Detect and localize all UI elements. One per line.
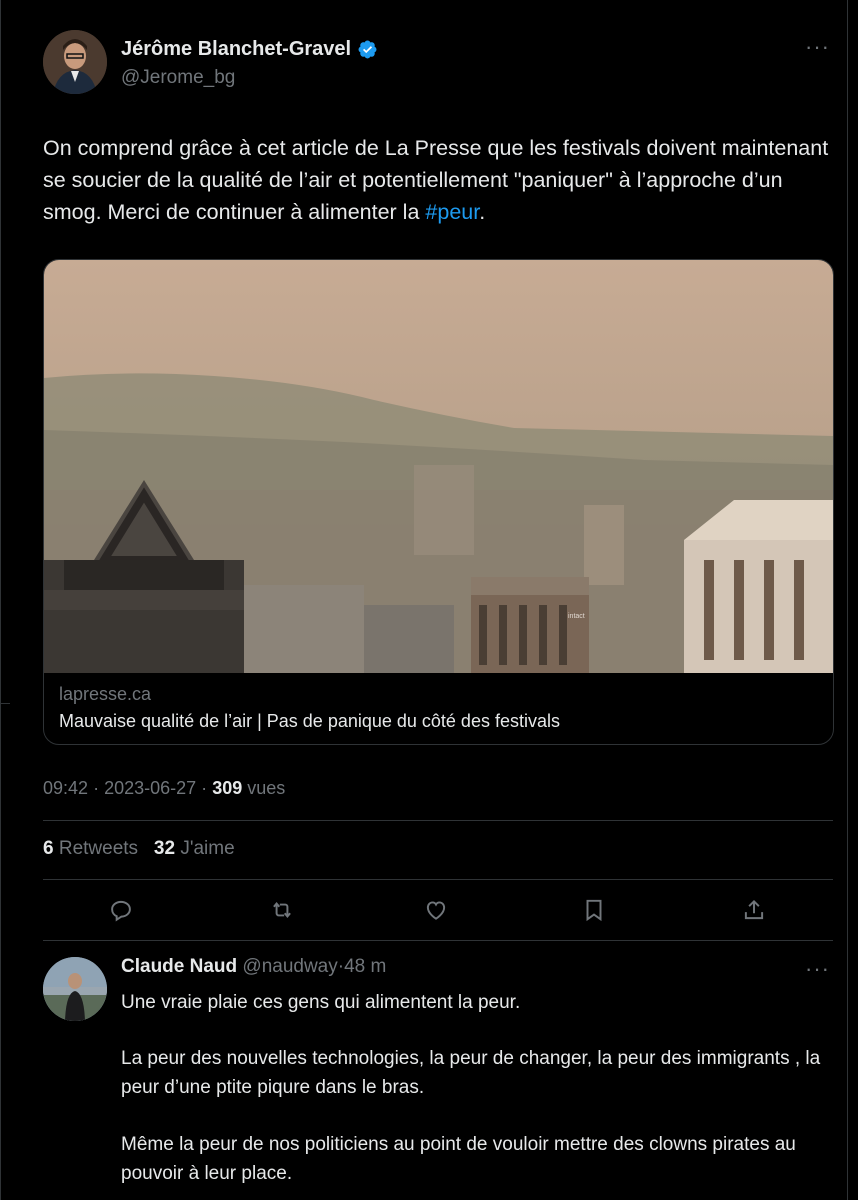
link-card[interactable]: intact lapresse.ca Mauvaise qualité de l… (43, 259, 834, 745)
hashtag-link[interactable]: #peur (425, 200, 479, 224)
tweet-stats: 6 Retweets 32 J'aime (43, 838, 235, 860)
bookmark-button[interactable] (576, 892, 612, 928)
meta-separator: · (93, 778, 100, 798)
author-block: Jérôme Blanchet-Gravel @Jerome_bg (121, 38, 378, 89)
tweet-meta: 09:42 · 2023-06-27 · 309 vues (43, 778, 285, 799)
divider (43, 879, 833, 880)
reply-paragraph: Une vraie plaie ces gens qui alimentent … (121, 992, 521, 1013)
reply-icon (111, 900, 131, 922)
retweets-count: 6 (43, 838, 54, 859)
meta-separator: · (201, 778, 208, 798)
like-button[interactable] (418, 892, 454, 928)
views-count: 309 (212, 778, 243, 798)
author-avatar[interactable] (43, 30, 107, 94)
likes-count: 32 (153, 838, 176, 859)
card-image: intact (44, 260, 833, 673)
tweet-time[interactable]: 09:42 (43, 778, 88, 798)
share-button[interactable] (736, 892, 772, 928)
tweet-text: On comprend grâce à cet article de La Pr… (43, 132, 833, 228)
reply-author-handle[interactable]: @naudway (242, 956, 337, 977)
divider (43, 820, 833, 821)
divider (43, 940, 833, 941)
retweets-label: Retweets (58, 838, 139, 859)
card-domain: lapresse.ca (59, 684, 152, 704)
author-handle[interactable]: @Jerome_bg (121, 67, 378, 89)
reply-time[interactable]: 48 m (344, 956, 386, 977)
action-bar (43, 892, 833, 928)
views-label: vues (247, 778, 286, 798)
card-title[interactable]: Mauvaise qualité de l’air | Pas de paniq… (59, 711, 560, 732)
retweets-stat[interactable]: 6 Retweets (43, 838, 138, 859)
reply-paragraph: La peur des nouvelles technologies, la p… (121, 1048, 821, 1098)
frame-tick (0, 703, 10, 704)
retweet-icon (273, 901, 291, 919)
right-frame-border (847, 0, 848, 1200)
tweet-date[interactable]: 2023-06-27 (104, 778, 196, 798)
reply-header: Claude Naud @naudway·48 m (121, 956, 386, 978)
likes-label: J'aime (180, 838, 235, 859)
reply-more-options-button[interactable]: ··· (805, 956, 830, 982)
card-image-sign: intact (568, 613, 585, 620)
bookmark-icon (586, 899, 602, 922)
more-options-button[interactable]: ··· (805, 34, 830, 60)
share-icon (744, 899, 764, 920)
reply-author-name[interactable]: Claude Naud (121, 956, 237, 977)
left-frame-border (0, 0, 1, 1200)
reply-button[interactable] (103, 892, 139, 928)
verified-badge-icon (358, 40, 377, 59)
retweet-button[interactable] (264, 892, 300, 928)
tweet-text-end: . (479, 200, 486, 224)
author-name[interactable]: Jérôme Blanchet-Gravel (121, 38, 351, 61)
like-icon (426, 901, 446, 920)
reply-author-avatar[interactable] (43, 957, 107, 1021)
reply-paragraph: Même la peur de nos politiciens au point… (121, 1134, 796, 1184)
likes-stat[interactable]: 32 J'aime (154, 838, 235, 859)
